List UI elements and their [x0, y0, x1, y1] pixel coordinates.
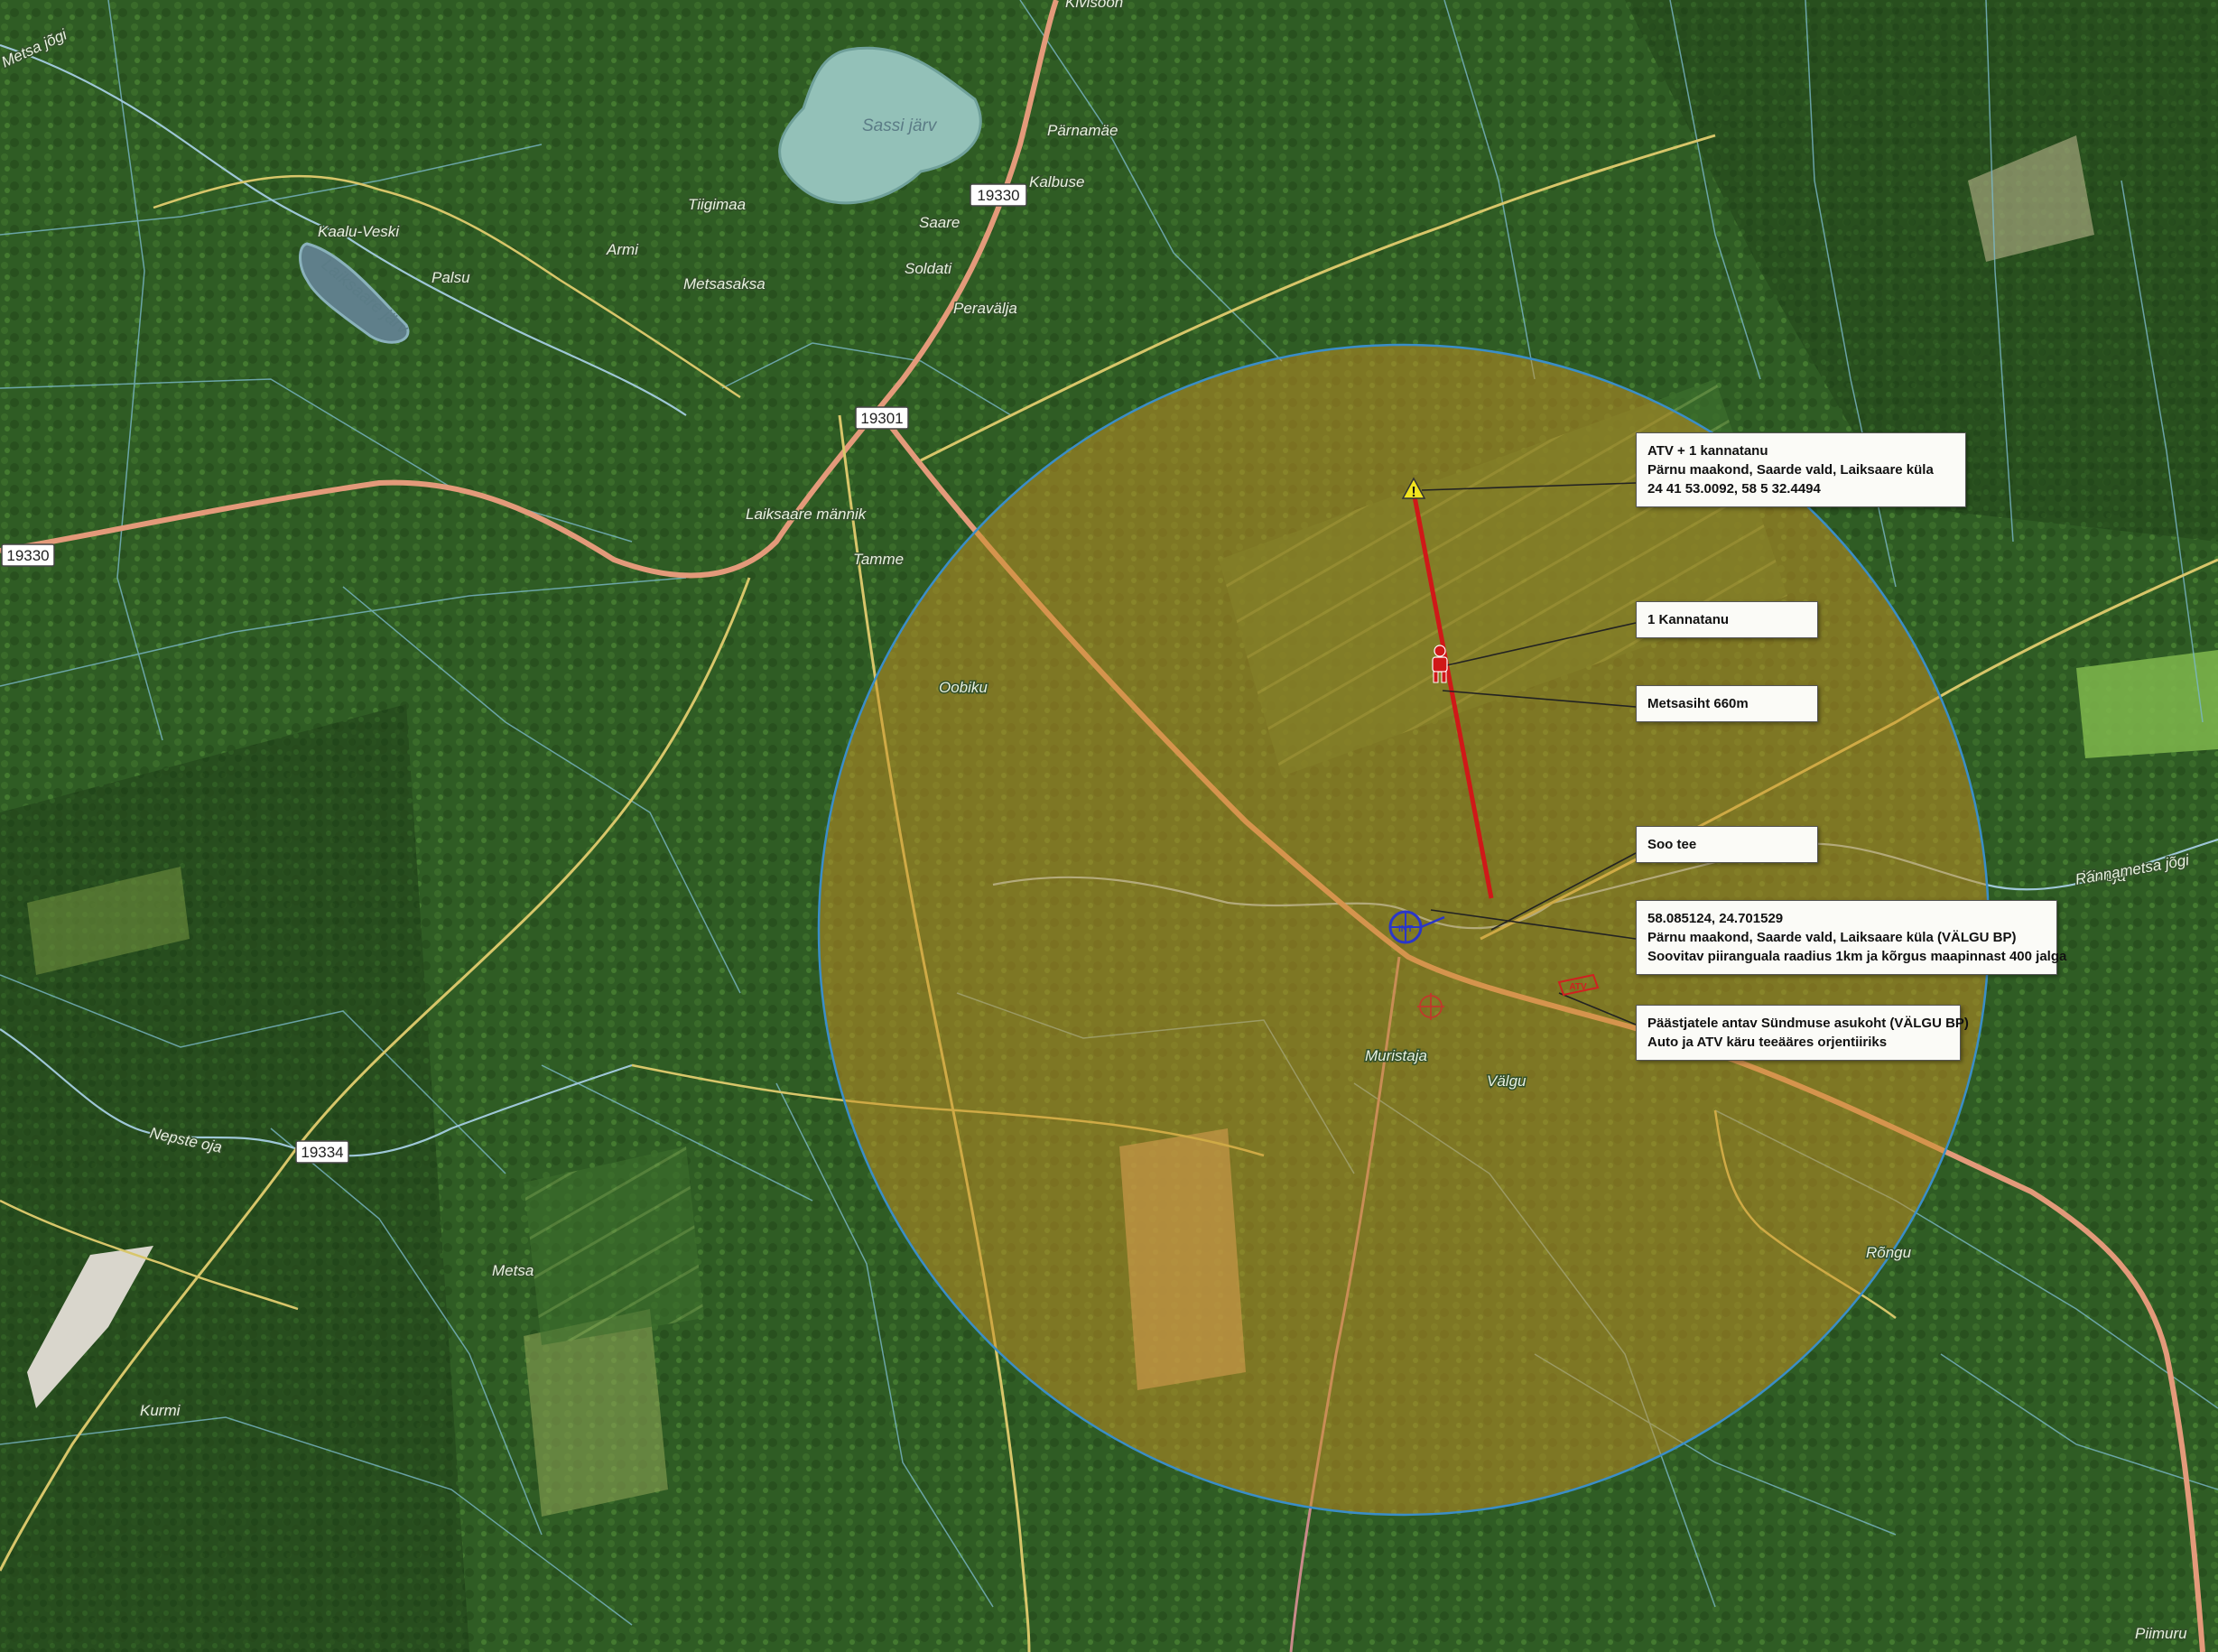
dark-forest-block: [0, 704, 469, 1652]
place-palsu: Palsu: [432, 269, 470, 286]
place-muristaja: Muristaja: [1365, 1047, 1427, 1064]
place-parnamae: Pärnamäe: [1047, 122, 1118, 139]
place-kivisoon: Kivisoon: [1065, 0, 1123, 11]
place-armi: Armi: [606, 241, 639, 258]
incident-point-label: INT: [1398, 924, 1413, 934]
warning-glyph: !: [1411, 485, 1415, 500]
callout-sootee-text: Soo tee: [1647, 837, 1697, 852]
callout-atv-location: Pärnu maakond, Saarde vald, Laiksaare kü…: [1647, 462, 1934, 478]
callout-incident-title: Päästjatele antav Sündmuse asukoht (VÄLG…: [1647, 1016, 1969, 1031]
road-shield-19330-top: 19330: [970, 183, 1027, 207]
svg-text:19334: 19334: [301, 1144, 343, 1161]
place-kaalu: Kaalu-Veski: [318, 223, 400, 240]
svg-text:19330: 19330: [977, 187, 1019, 204]
road-shield-19334: 19334: [295, 1140, 349, 1164]
callout-atv-title: ATV + 1 kannatanu: [1647, 443, 1768, 459]
callout-kannatanu-text: 1 Kannatanu: [1647, 612, 1730, 627]
place-metsasaksa: Metsasaksa: [683, 275, 766, 292]
map-canvas[interactable]: ! INT ATV 19330 19330 19301 19334 Sassi …: [0, 0, 2218, 1652]
callout-coords: 58.085124, 24.701529 Pärnu maakond, Saar…: [1636, 900, 2067, 975]
place-saare: Saare: [919, 214, 960, 231]
callout-sootee: Soo tee: [1636, 826, 1818, 863]
place-valgu: Välgu: [1487, 1072, 1527, 1090]
callout-metsasiht-text: Metsasiht 660m: [1647, 696, 1749, 711]
callout-coords-latlon: 58.085124, 24.701529: [1647, 911, 1784, 926]
place-piimuru: Piimuru: [2135, 1625, 2187, 1642]
place-mannik: Laiksaare männik: [746, 506, 868, 523]
callout-atv-coords: 24 41 53.0092, 58 5 32.4494: [1647, 481, 1821, 497]
place-tamme: Tamme: [853, 551, 904, 568]
vehicle-marker-label: ATV: [1569, 982, 1587, 992]
road-shield-19330-left: 19330: [1, 543, 55, 567]
place-peravalja: Peravälja: [953, 300, 1017, 317]
place-tiigimaa: Tiigimaa: [688, 196, 746, 213]
place-kalbuse: Kalbuse: [1029, 173, 1084, 190]
road-shield-19301: 19301: [855, 406, 909, 430]
place-rongu: Rõngu: [1866, 1244, 1912, 1261]
callout-incident-note: Auto ja ATV käru teeääres orjentiiriks: [1647, 1035, 1888, 1050]
callout-metsasiht: Metsasiht 660m: [1636, 685, 1818, 722]
clearing: [2076, 650, 2218, 758]
callout-coords-location: Pärnu maakond, Saarde vald, Laiksaare kü…: [1647, 930, 2017, 945]
callout-incident: Päästjatele antav Sündmuse asukoht (VÄLG…: [1636, 1005, 1969, 1061]
svg-text:19301: 19301: [860, 410, 903, 427]
callout-coords-restriction: Soovitav piiranguala raadius 1km ja kõrg…: [1647, 949, 2067, 964]
callout-kannatanu: 1 Kannatanu: [1636, 601, 1818, 638]
place-kurmi: Kurmi: [140, 1402, 181, 1419]
svg-text:19330: 19330: [6, 547, 49, 564]
place-metsa: Metsa: [492, 1262, 534, 1279]
callout-atv: ATV + 1 kannatanu Pärnu maakond, Saarde …: [1636, 432, 1966, 507]
place-oobiku: Oobiku: [939, 679, 988, 696]
place-soldati: Soldati: [905, 260, 952, 277]
place-sassi: Sassi järv: [862, 116, 938, 135]
